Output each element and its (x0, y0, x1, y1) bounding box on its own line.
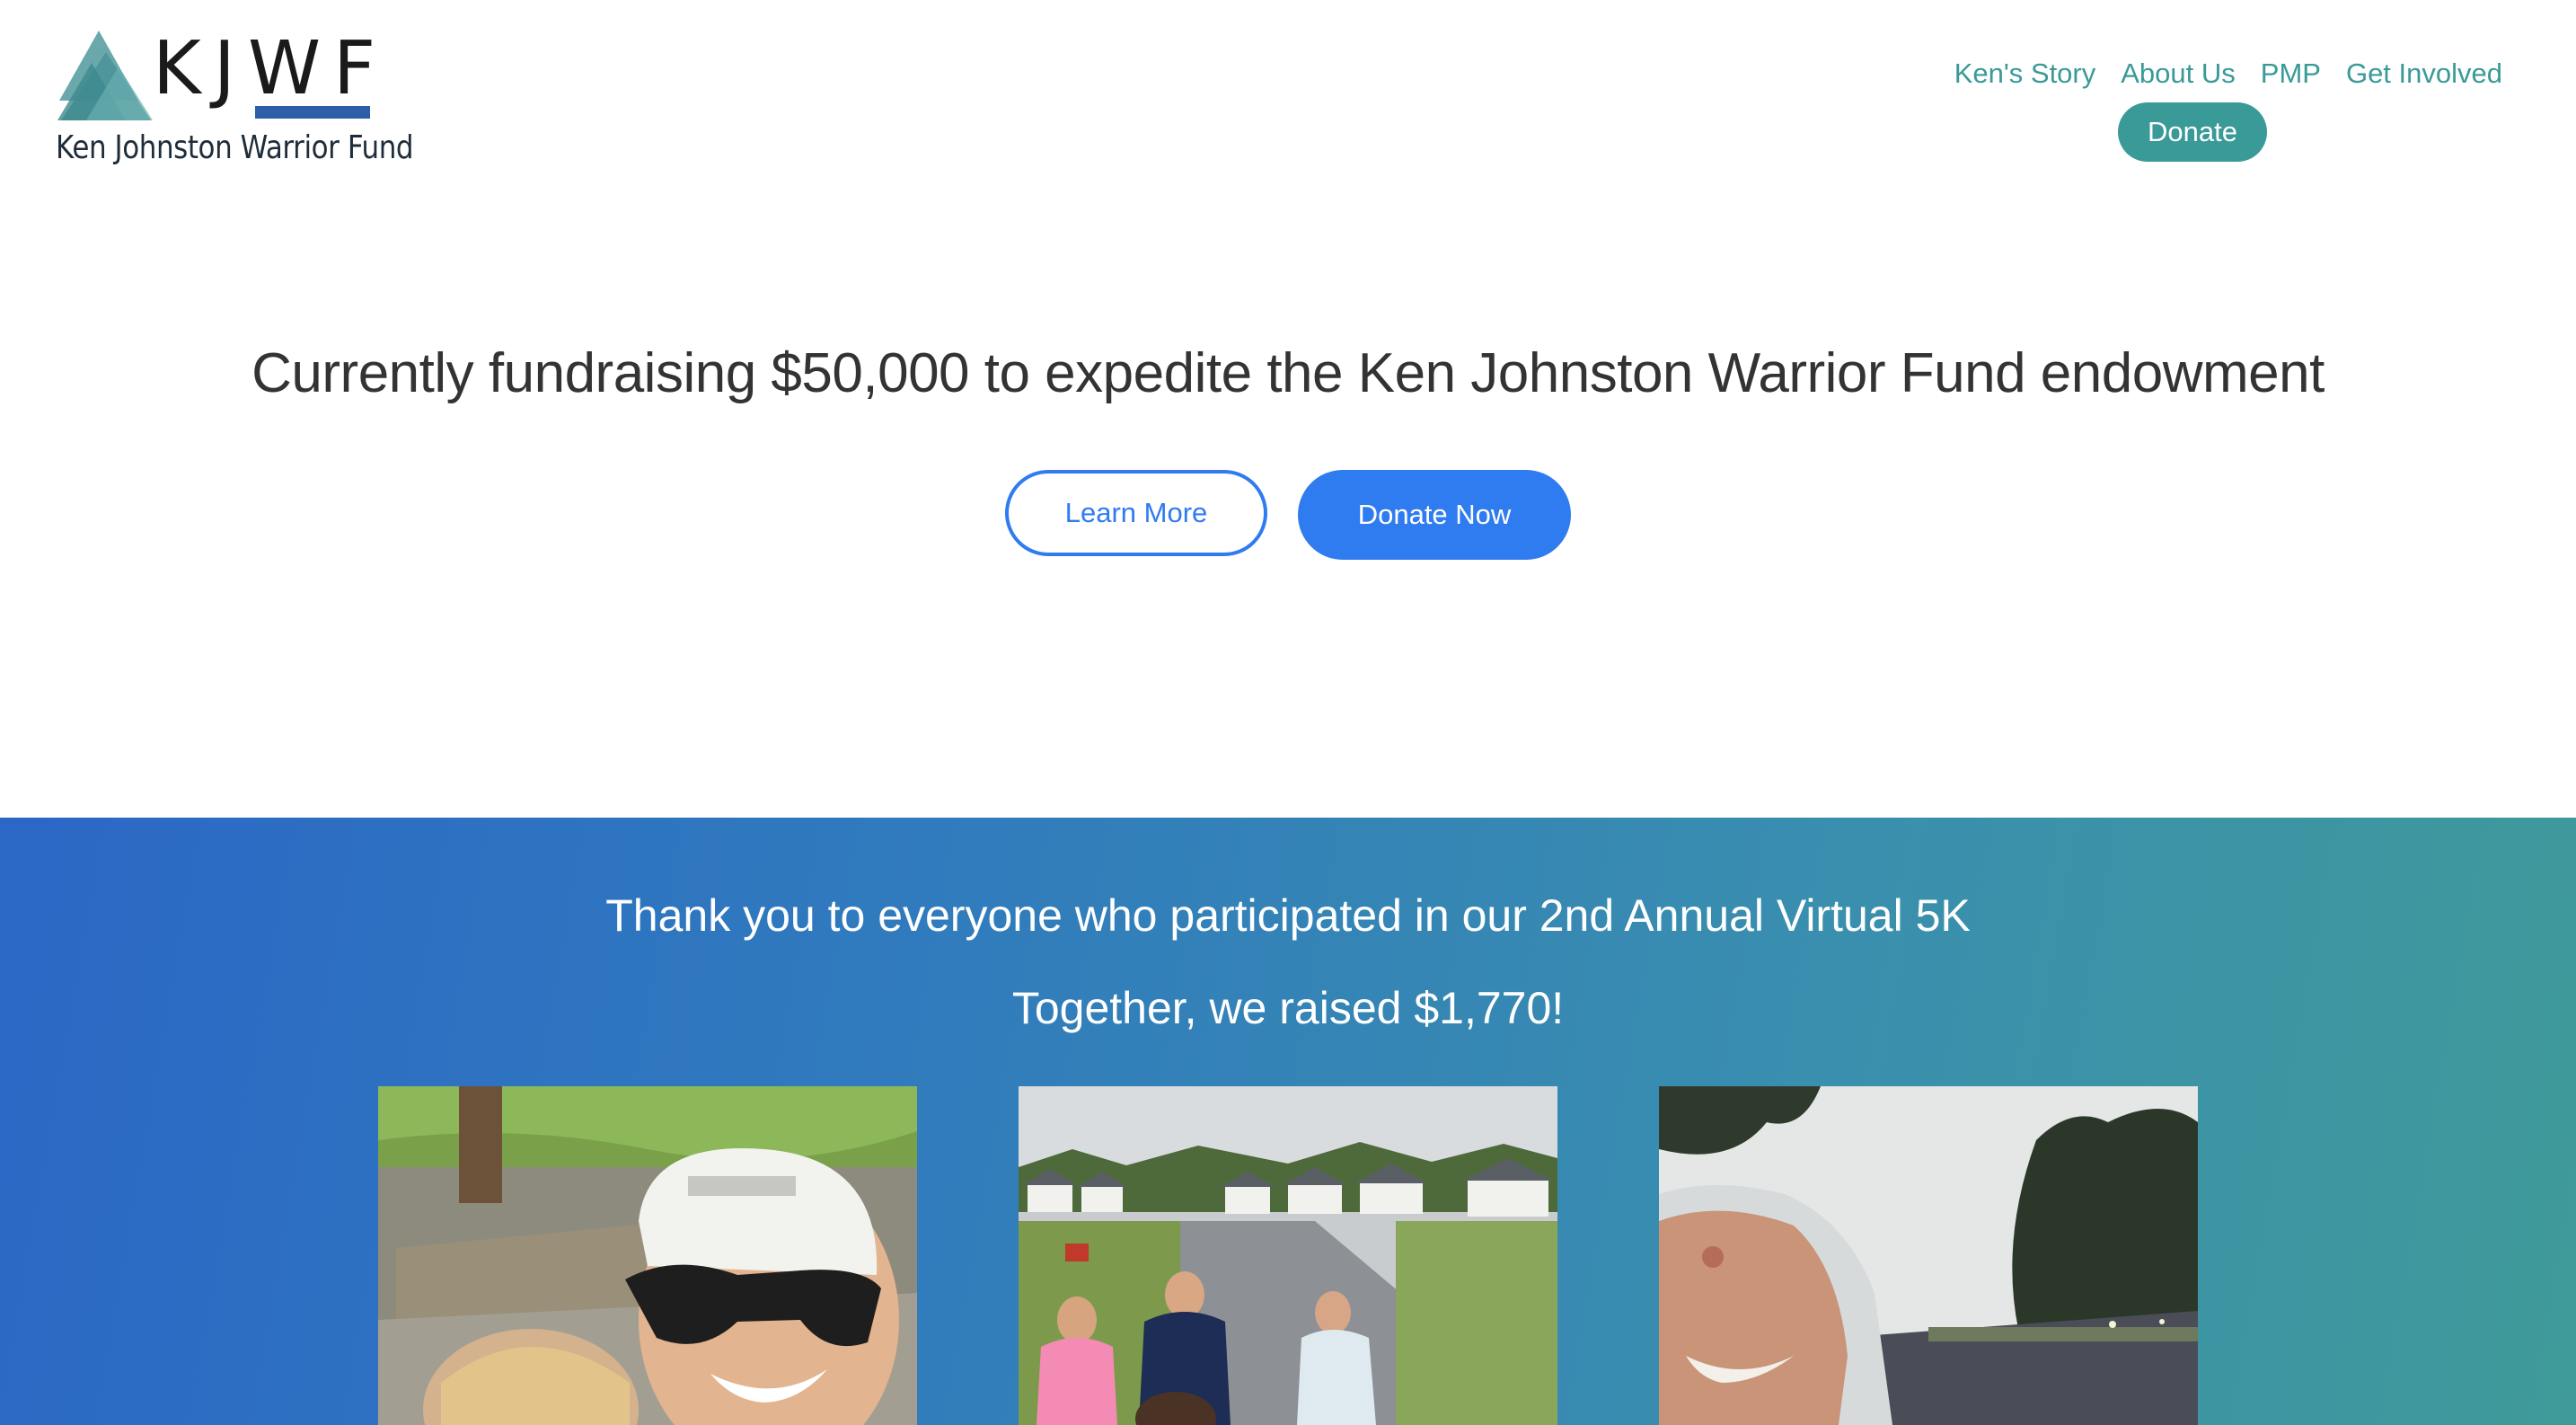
site-header: KJWF Ken Johnston Warrior Fund Ken's Sto… (0, 0, 2576, 216)
nav-link-about-us[interactable]: About Us (2121, 54, 2236, 93)
learn-more-button[interactable]: Learn More (1005, 470, 1267, 556)
nav-links: Ken's Story About Us PMP Get Involved (1910, 54, 2502, 93)
participant-photo-1[interactable] (378, 1086, 917, 1425)
donate-now-button[interactable]: Donate Now (1298, 470, 1571, 560)
triangle-mountain-icon (57, 31, 153, 120)
nav-link-get-involved[interactable]: Get Involved (2346, 54, 2502, 93)
photo-gallery (0, 1086, 2576, 1425)
logo-org-name: Ken Johnston Warrior Fund (56, 129, 414, 166)
kjwf-logo[interactable]: KJWF Ken Johnston Warrior Fund (52, 26, 414, 180)
raised-amount-heading: Together, we raised $1,770! (1011, 983, 1565, 1033)
hero-buttons: Learn More Donate Now (0, 470, 2576, 560)
hero-title: Currently fundraising $50,000 to expedit… (251, 342, 2325, 404)
hero-section: Currently fundraising $50,000 to expedit… (0, 216, 2576, 818)
nav-link-pmp[interactable]: PMP (2261, 54, 2321, 93)
nav-link-kens-story[interactable]: Ken's Story (1954, 54, 2096, 93)
logo-accent-bar (255, 106, 370, 119)
participant-photo-2[interactable] (1019, 1086, 1557, 1425)
thank-you-heading: Thank you to everyone who participated i… (605, 890, 1971, 941)
main-nav: Ken's Story About Us PMP Get Involved Do… (1910, 54, 2502, 162)
virtual-5k-section: Thank you to everyone who participated i… (0, 818, 2576, 1425)
logo-letters: KJWF (153, 26, 389, 111)
nav-donate-button[interactable]: Donate (2118, 102, 2267, 162)
participant-photo-3[interactable] (1659, 1086, 2198, 1425)
